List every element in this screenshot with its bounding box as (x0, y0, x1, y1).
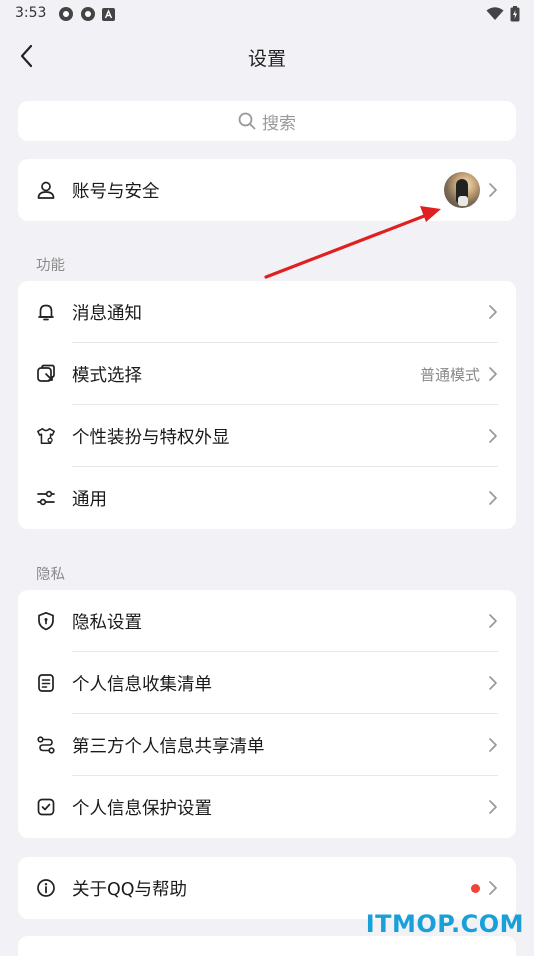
status-time: 3:53 (15, 5, 47, 21)
battery-icon (510, 6, 520, 22)
status-bar: 3:53 (0, 0, 534, 30)
share-flow-icon (36, 735, 56, 755)
info-protection-settings-label: 个人信息保护设置 (72, 798, 212, 819)
watermark: ITMOP.COM (365, 910, 524, 938)
about-help-label: 关于QQ与帮助 (72, 879, 188, 900)
wifi-icon (486, 7, 504, 20)
a-notification-icon (102, 7, 115, 21)
section-title-features: 功能 (36, 258, 65, 274)
privacy-settings-item[interactable]: 隐私设置 (18, 590, 516, 652)
status-notification-icons (58, 6, 115, 22)
chevron-right-icon (488, 674, 500, 692)
chevron-right-icon (488, 427, 500, 445)
search-placeholder: 搜索 (262, 113, 296, 134)
message-notification-label: 消息通知 (72, 303, 142, 324)
person-icon (36, 180, 56, 200)
info-collection-list-label: 个人信息收集清单 (72, 674, 212, 695)
personalization-item[interactable]: 个性装扮与特权外显 (18, 405, 516, 467)
account-card: 账号与安全 (18, 159, 516, 221)
general-item[interactable]: 通用 (18, 467, 516, 529)
personalization-label: 个性装扮与特权外显 (72, 427, 230, 448)
shirt-icon (36, 426, 56, 446)
checkbox-icon (36, 797, 56, 817)
next-card-peek (18, 936, 516, 956)
document-list-icon (36, 673, 56, 693)
section-title-privacy: 隐私 (36, 567, 65, 583)
status-system-icons (486, 6, 520, 22)
page-title: 设置 (247, 48, 286, 70)
search-icon (238, 112, 256, 130)
chevron-right-icon (488, 736, 500, 754)
chevron-right-icon (488, 612, 500, 630)
app-notification-icon (81, 7, 95, 21)
third-party-sharing-list-label: 第三方个人信息共享清单 (72, 736, 265, 757)
mode-select-icon (36, 364, 56, 384)
features-card: 消息通知 模式选择 普通模式 个性装扮与特权外显 通用 (18, 281, 516, 529)
chevron-right-icon (488, 879, 500, 897)
chevron-right-icon (488, 365, 500, 383)
general-label: 通用 (72, 489, 107, 510)
chevron-right-icon (488, 303, 500, 321)
privacy-card: 隐私设置 个人信息收集清单 第三方个人信息共享清单 个人信息保护设置 (18, 590, 516, 838)
message-notification-item[interactable]: 消息通知 (18, 281, 516, 343)
account-security-item[interactable]: 账号与安全 (18, 159, 516, 221)
chevron-right-icon (488, 798, 500, 816)
mode-select-label: 模式选择 (72, 365, 142, 386)
privacy-settings-label: 隐私设置 (72, 612, 142, 633)
info-icon (36, 878, 56, 898)
chevron-right-icon (488, 181, 500, 199)
unread-badge (471, 883, 480, 893)
info-protection-settings-item[interactable]: 个人信息保护设置 (18, 776, 516, 838)
search-input[interactable]: 搜索 (18, 101, 516, 141)
mode-select-value: 普通模式 (419, 365, 480, 384)
mode-select-item[interactable]: 模式选择 普通模式 (18, 343, 516, 405)
third-party-sharing-list-item[interactable]: 第三方个人信息共享清单 (18, 714, 516, 776)
account-security-label: 账号与安全 (72, 181, 160, 202)
avatar (444, 172, 480, 208)
app-notification-icon (59, 7, 73, 21)
bell-icon (36, 302, 56, 322)
info-collection-list-item[interactable]: 个人信息收集清单 (18, 652, 516, 714)
chevron-right-icon (488, 489, 500, 507)
sliders-icon (36, 488, 56, 508)
shield-icon (36, 611, 56, 631)
top-nav-bar: 设置 (0, 34, 534, 78)
